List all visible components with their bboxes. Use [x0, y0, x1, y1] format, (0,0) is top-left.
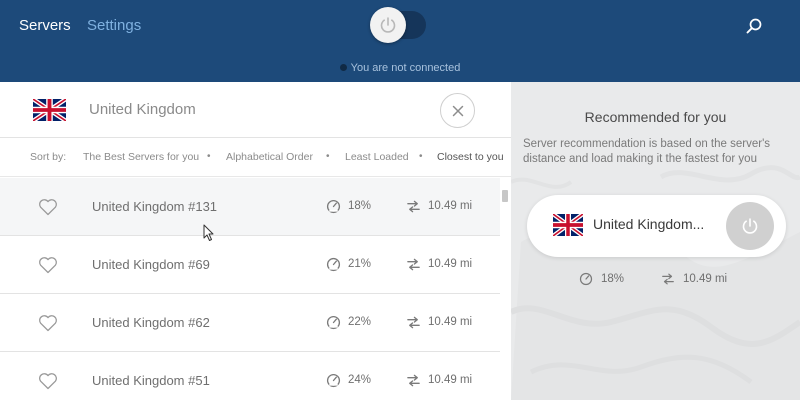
list-scrollbar[interactable]: [502, 190, 508, 202]
sort-separator: •: [207, 151, 211, 162]
server-list: United Kingdom #131 18% 10.49 mi United …: [0, 178, 500, 400]
heart-icon[interactable]: [38, 372, 58, 390]
distance-arrows-icon: [407, 258, 420, 271]
recommended-load: 18%: [601, 273, 625, 285]
recommended-connect-button[interactable]: [726, 202, 774, 250]
distance-arrows-icon: [662, 273, 674, 285]
recommended-stats: 18% 10.49 mi: [511, 271, 800, 291]
gauge-icon: [579, 272, 593, 286]
country-search-input[interactable]: [89, 101, 389, 118]
server-distance: 10.49 mi: [428, 316, 473, 328]
connection-toggle[interactable]: [366, 5, 428, 45]
gauge-icon: [326, 315, 341, 330]
distance-arrows-icon: [407, 200, 420, 213]
uk-flag-icon: [553, 214, 583, 236]
power-button[interactable]: [370, 7, 406, 43]
server-name: United Kingdom #131: [92, 199, 218, 214]
sort-label: Sort by:: [30, 151, 67, 163]
server-row[interactable]: United Kingdom #62 22% 10.49 mi: [0, 294, 500, 352]
sort-separator: •: [419, 151, 423, 162]
recommended-server-name: United Kingdom...: [593, 216, 705, 232]
top-header: Servers Settings You are not connected: [0, 0, 800, 82]
close-icon: [452, 105, 463, 116]
country-search-row: [0, 82, 511, 138]
recommended-server-card[interactable]: United Kingdom...: [527, 195, 786, 257]
recommended-distance: 10.49 mi: [683, 273, 728, 285]
server-load: 18%: [348, 200, 372, 212]
server-name: United Kingdom #51: [92, 373, 210, 388]
sort-least-loaded[interactable]: Least Loaded: [345, 151, 409, 163]
heart-icon[interactable]: [38, 198, 58, 216]
server-distance: 10.49 mi: [428, 200, 473, 212]
recommended-description: Server recommendation is based on the se…: [523, 138, 771, 165]
server-row[interactable]: United Kingdom #51 24% 10.49 mi: [0, 352, 500, 400]
distance-arrows-icon: [407, 316, 420, 329]
mouse-cursor-icon: [203, 224, 214, 241]
server-list-panel: Sort by: The Best Servers for you • Alph…: [0, 82, 511, 400]
server-row[interactable]: United Kingdom #131 18% 10.49 mi: [0, 178, 500, 236]
sort-closest[interactable]: Closest to you: [437, 151, 504, 163]
server-distance: 10.49 mi: [428, 374, 473, 386]
power-icon: [742, 218, 758, 234]
status-dot: [339, 63, 347, 71]
server-name: United Kingdom #69: [92, 257, 210, 272]
search-button[interactable]: [743, 15, 765, 37]
server-name: United Kingdom #62: [92, 315, 210, 330]
server-row[interactable]: United Kingdom #69 21% 10.49 mi: [0, 236, 500, 294]
gauge-icon: [326, 257, 341, 272]
recommended-title: Recommended for you: [584, 109, 727, 125]
connection-status: You are not connected: [0, 62, 800, 74]
recommended-panel: Recommended for you Server recommendatio…: [511, 82, 800, 400]
power-icon: [380, 17, 396, 33]
sort-bar: Sort by: The Best Servers for you • Alph…: [0, 139, 511, 177]
sort-alphabetical[interactable]: Alphabetical Order: [226, 151, 313, 163]
server-distance: 10.49 mi: [428, 258, 473, 270]
uk-flag-icon: [33, 99, 66, 121]
sort-best-servers[interactable]: The Best Servers for you: [83, 151, 199, 163]
search-icon: [746, 18, 762, 34]
server-load: 24%: [348, 374, 372, 386]
server-load: 22%: [348, 316, 372, 328]
heart-icon[interactable]: [38, 314, 58, 332]
tab-settings[interactable]: Settings: [87, 17, 141, 34]
sort-separator: •: [326, 151, 330, 162]
gauge-icon: [326, 373, 341, 388]
gauge-icon: [326, 199, 341, 214]
distance-arrows-icon: [407, 374, 420, 387]
clear-search-button[interactable]: [440, 93, 475, 128]
tab-servers[interactable]: Servers: [19, 17, 71, 34]
server-load: 21%: [348, 258, 372, 270]
status-text: You are not connected: [350, 62, 461, 74]
heart-icon[interactable]: [38, 256, 58, 274]
